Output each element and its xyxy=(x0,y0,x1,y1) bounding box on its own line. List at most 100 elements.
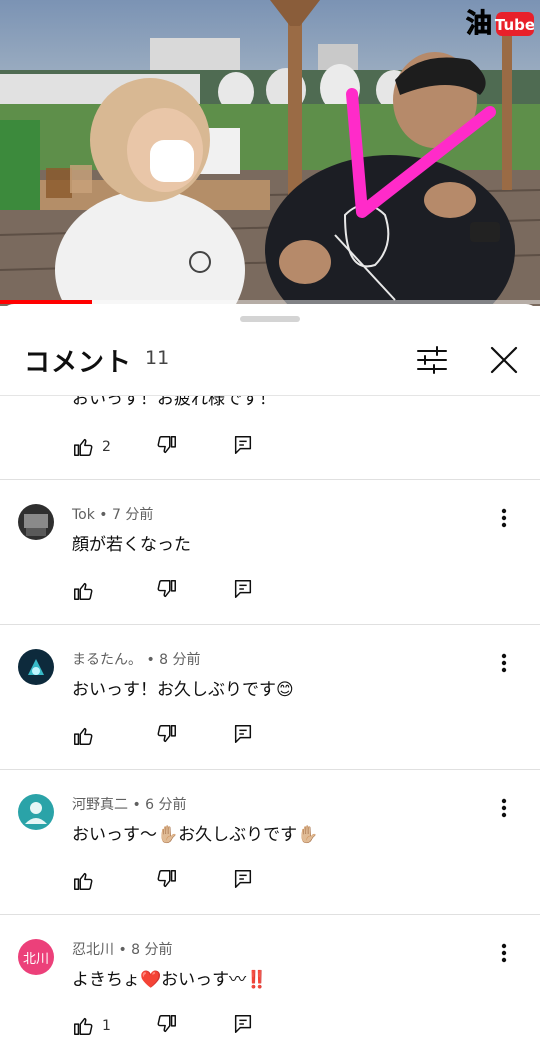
watermark-text: Tube xyxy=(495,16,534,34)
comment-text: 顔が若くなった xyxy=(72,535,191,555)
reply-comment-icon xyxy=(234,725,252,743)
like-button[interactable]: 2 xyxy=(72,434,111,460)
more-vertical-icon xyxy=(501,798,507,818)
dislike-button[interactable] xyxy=(156,1013,182,1039)
like-button[interactable] xyxy=(72,723,102,749)
comment-text-part: おいっす〰 xyxy=(161,970,247,990)
reply-button[interactable] xyxy=(232,1013,258,1039)
like-count: 2 xyxy=(102,439,111,455)
dislike-button[interactable] xyxy=(156,434,182,460)
thumbs-down-icon xyxy=(157,725,176,743)
avatar[interactable] xyxy=(18,794,54,830)
comments-count: 11 xyxy=(145,347,170,369)
like-button[interactable] xyxy=(72,868,102,894)
dislike-button[interactable] xyxy=(156,578,182,604)
author-name[interactable]: 忍北川 xyxy=(72,942,114,958)
raised-hand-emoji: ✋🏼 xyxy=(297,825,319,845)
comment-text-part: おいっす！お久しぶりです xyxy=(72,680,276,700)
comment-more-button[interactable] xyxy=(490,504,518,532)
comment-more-button[interactable] xyxy=(490,939,518,967)
comment-time: 8 分前 xyxy=(159,652,201,668)
thumbs-up-icon xyxy=(74,872,93,890)
author-name[interactable]: Tok xyxy=(72,507,95,523)
reply-button[interactable] xyxy=(232,434,258,460)
comments-title: コメント xyxy=(24,348,133,378)
sort-filter-button[interactable] xyxy=(412,340,452,380)
thumbs-down-icon xyxy=(157,1015,176,1033)
like-count: 1 xyxy=(102,1018,111,1034)
reply-comment-icon xyxy=(234,436,252,454)
comment-time: 6 分前 xyxy=(145,797,187,813)
comment-text-part: よきちょ xyxy=(72,970,140,990)
comment-meta: Tok • 7 分前 xyxy=(72,507,154,523)
smile-emoji: 😊 xyxy=(276,680,294,700)
reply-button[interactable] xyxy=(232,723,258,749)
heart-emoji: ❤️ xyxy=(140,970,162,990)
comment-more-button[interactable] xyxy=(490,649,518,677)
thumbs-down-icon xyxy=(157,436,176,454)
comment-text: おいっす〜✋🏼お久しぶりです✋🏼 xyxy=(72,820,318,845)
reply-comment-icon xyxy=(234,1015,252,1033)
comment-time: 7 分前 xyxy=(112,507,154,523)
sliders-icon xyxy=(417,346,447,374)
thumbs-up-icon xyxy=(74,438,93,456)
avatar-initials: 北川 xyxy=(22,951,49,967)
comment-text-part: お久しぶりです xyxy=(178,825,298,845)
video-player[interactable]: 油 Tube xyxy=(0,0,540,306)
thumbs-up-icon xyxy=(74,582,93,600)
comment-time: 8 分前 xyxy=(131,942,173,958)
thumbs-down-icon xyxy=(157,870,176,888)
raised-hand-emoji: ✋🏼 xyxy=(157,825,179,845)
double-exclamation-emoji: ‼️ xyxy=(246,970,268,990)
comments-list[interactable]: おいっす！お疲れ様です！ 2 Tok • 7 分前 顔が若くなった まるたん。 … xyxy=(0,396,540,1057)
more-vertical-icon xyxy=(501,508,507,528)
comment-meta: まるたん。 • 8 分前 xyxy=(72,652,201,668)
thumbs-up-icon xyxy=(74,1017,93,1035)
comment-item: 河野真二 • 6 分前 おいっす〜✋🏼お久しぶりです✋🏼 xyxy=(0,769,540,914)
dislike-button[interactable] xyxy=(156,868,182,894)
thumbs-down-icon xyxy=(157,580,176,598)
comment-text: おいっす！お疲れ様です！ xyxy=(72,396,276,409)
comment-item: まるたん。 • 8 分前 おいっす！お久しぶりです😊 xyxy=(0,624,540,769)
comment-actions: 1 xyxy=(72,1013,272,1041)
comments-header: コメント 11 xyxy=(0,330,540,394)
channel-watermark-logo: 油 Tube xyxy=(466,9,534,38)
more-vertical-icon xyxy=(501,943,507,963)
reply-button[interactable] xyxy=(232,868,258,894)
author-name[interactable]: 河野真二 xyxy=(72,797,128,813)
comment-meta: 河野真二 • 6 分前 xyxy=(72,797,187,813)
comments-sheet: コメント 11 おいっす！お疲れ様です！ 2 Tok • 7 分前 顔が若くなっ… xyxy=(0,304,540,1057)
more-vertical-icon xyxy=(501,653,507,673)
drag-handle[interactable] xyxy=(240,316,300,322)
avatar[interactable]: 北川 xyxy=(18,939,54,975)
user-photo-icon xyxy=(18,504,54,540)
default-user-icon xyxy=(18,794,54,830)
watermark-glyph: 油 xyxy=(466,9,492,38)
comment-text-part: おいっす〜 xyxy=(72,825,157,845)
author-name[interactable]: まるたん。 xyxy=(72,652,142,668)
comment-item: Tok • 7 分前 顔が若くなった xyxy=(0,479,540,624)
comment-meta: 忍北川 • 8 分前 xyxy=(72,942,173,958)
comment-more-button[interactable] xyxy=(490,794,518,822)
close-icon xyxy=(490,346,518,374)
reply-comment-icon xyxy=(234,580,252,598)
close-comments-button[interactable] xyxy=(484,340,524,380)
dislike-button[interactable] xyxy=(156,723,182,749)
like-button[interactable] xyxy=(72,578,102,604)
comment-text: よきちょ❤️おいっす〰‼️ xyxy=(72,965,267,990)
user-photo-icon xyxy=(18,649,54,685)
partial-comment: おいっす！お疲れ様です！ 2 xyxy=(0,396,540,479)
comment-actions xyxy=(72,723,272,751)
avatar[interactable] xyxy=(18,649,54,685)
comment-actions xyxy=(72,868,272,896)
comment-item: 北川 忍北川 • 8 分前 よきちょ❤️おいっす〰‼️ 1 xyxy=(0,914,540,1057)
comment-text: おいっす！お久しぶりです😊 xyxy=(72,675,294,700)
reply-comment-icon xyxy=(234,870,252,888)
like-button[interactable]: 1 xyxy=(72,1013,111,1039)
reply-button[interactable] xyxy=(232,578,258,604)
avatar[interactable] xyxy=(18,504,54,540)
thumbs-up-icon xyxy=(74,727,93,745)
comment-actions xyxy=(72,578,272,606)
comment-actions: 2 xyxy=(72,434,272,462)
video-frame xyxy=(0,0,540,306)
